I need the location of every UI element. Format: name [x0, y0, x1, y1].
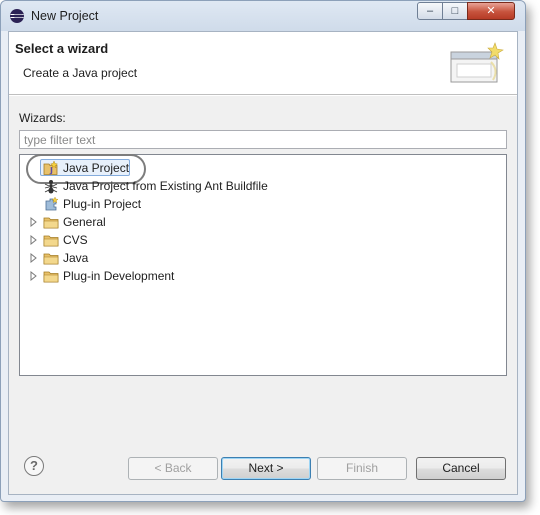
finish-button[interactable]: Finish: [317, 457, 407, 480]
ant-icon: [44, 180, 58, 194]
tree-item-label: Java Project: [63, 161, 130, 175]
wizard-banner: Select a wizard Create a Java project: [9, 32, 517, 95]
tree-item-label: Java: [63, 251, 89, 265]
wizard-banner-icon: [450, 42, 504, 83]
tree-item-java-project[interactable]: J Java Project: [20, 154, 506, 184]
banner-separator: [9, 95, 517, 96]
minimize-button[interactable]: –: [417, 2, 443, 20]
maximize-button[interactable]: □: [442, 2, 468, 20]
close-button[interactable]: ✕: [467, 2, 515, 20]
folder-icon: [43, 253, 59, 265]
folder-icon: [43, 271, 59, 283]
dialog-body: Select a wizard Create a Java project Wi…: [8, 31, 518, 495]
back-button[interactable]: < Back: [128, 457, 218, 480]
tree-item-java[interactable]: Java: [20, 249, 506, 267]
tree-item-cvs[interactable]: CVS: [20, 231, 506, 249]
window-title: New Project: [31, 9, 99, 23]
help-button[interactable]: ?: [24, 456, 44, 476]
wizard-tree[interactable]: J Java Project Java Project from Existin…: [19, 154, 507, 376]
tree-item-label: CVS: [63, 233, 88, 247]
new-project-dialog: New Project – □ ✕ Select a wizard Create…: [0, 0, 526, 502]
tree-item-general[interactable]: General: [20, 213, 506, 231]
wizards-label: Wizards:: [19, 111, 66, 125]
expand-arrow-icon[interactable]: [30, 271, 38, 281]
title-bar[interactable]: New Project – □ ✕: [1, 1, 525, 31]
cancel-button[interactable]: Cancel: [416, 457, 506, 480]
banner-description: Create a Java project: [23, 66, 138, 80]
expand-arrow-icon[interactable]: [30, 217, 38, 227]
plugin-project-icon: [45, 196, 59, 211]
tree-item-label: General: [63, 215, 106, 229]
tree-item-label: Java Project from Existing Ant Buildfile: [63, 179, 268, 193]
next-button[interactable]: Next >: [221, 457, 311, 480]
tree-item-plugin-project[interactable]: Plug-in Project: [20, 195, 506, 213]
expand-arrow-icon[interactable]: [30, 235, 38, 245]
tree-item-ant-project[interactable]: Java Project from Existing Ant Buildfile: [20, 177, 506, 195]
filter-input[interactable]: [19, 130, 507, 149]
banner-title: Select a wizard: [15, 41, 109, 56]
tree-item-label: Plug-in Project: [63, 197, 142, 211]
folder-icon: [43, 235, 59, 247]
eclipse-icon: [10, 9, 24, 23]
java-project-icon: J: [43, 160, 59, 175]
tree-item-label: Plug-in Development: [63, 269, 175, 283]
folder-icon: [43, 217, 59, 229]
expand-arrow-icon[interactable]: [30, 253, 38, 263]
tree-item-plugin-development[interactable]: Plug-in Development: [20, 267, 506, 285]
